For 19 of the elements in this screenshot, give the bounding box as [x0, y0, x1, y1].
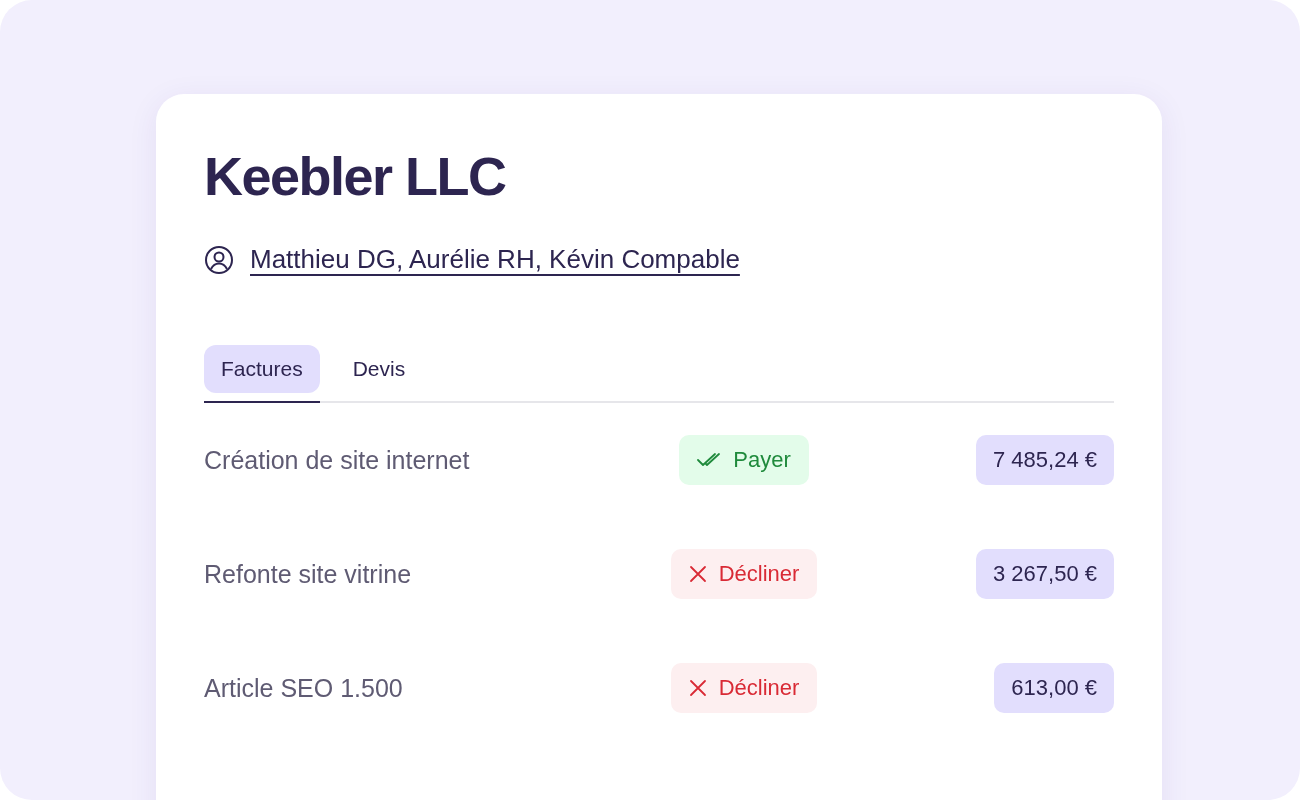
- status-badge[interactable]: Décliner: [670, 663, 818, 713]
- company-name: Keebler LLC: [204, 145, 507, 208]
- status-badge[interactable]: Payer: [679, 435, 809, 485]
- status-badge[interactable]: Décliner: [670, 549, 818, 599]
- amount-badge: 7 485,24 €: [976, 435, 1114, 485]
- tab[interactable]: Devis: [335, 345, 423, 403]
- close-icon: [688, 565, 707, 583]
- amount-badge: 3 267,50 €: [976, 549, 1114, 599]
- invoice-title: Article SEO 1.500: [204, 673, 404, 703]
- invoice-title: Création de site internet: [204, 445, 471, 475]
- contacts-link[interactable]: Matthieu DG, Aurélie RH, Kévin Compable: [250, 244, 740, 275]
- invoice-title: Refonte site vitrine: [204, 559, 413, 589]
- status-label: Payer: [733, 447, 791, 473]
- user-circle-icon: [204, 244, 234, 275]
- close-icon: [688, 679, 707, 697]
- amount-badge: 613,00 €: [994, 663, 1114, 713]
- status-label: Décliner: [718, 675, 800, 701]
- double-check-icon: [697, 452, 722, 468]
- status-label: Décliner: [718, 561, 800, 587]
